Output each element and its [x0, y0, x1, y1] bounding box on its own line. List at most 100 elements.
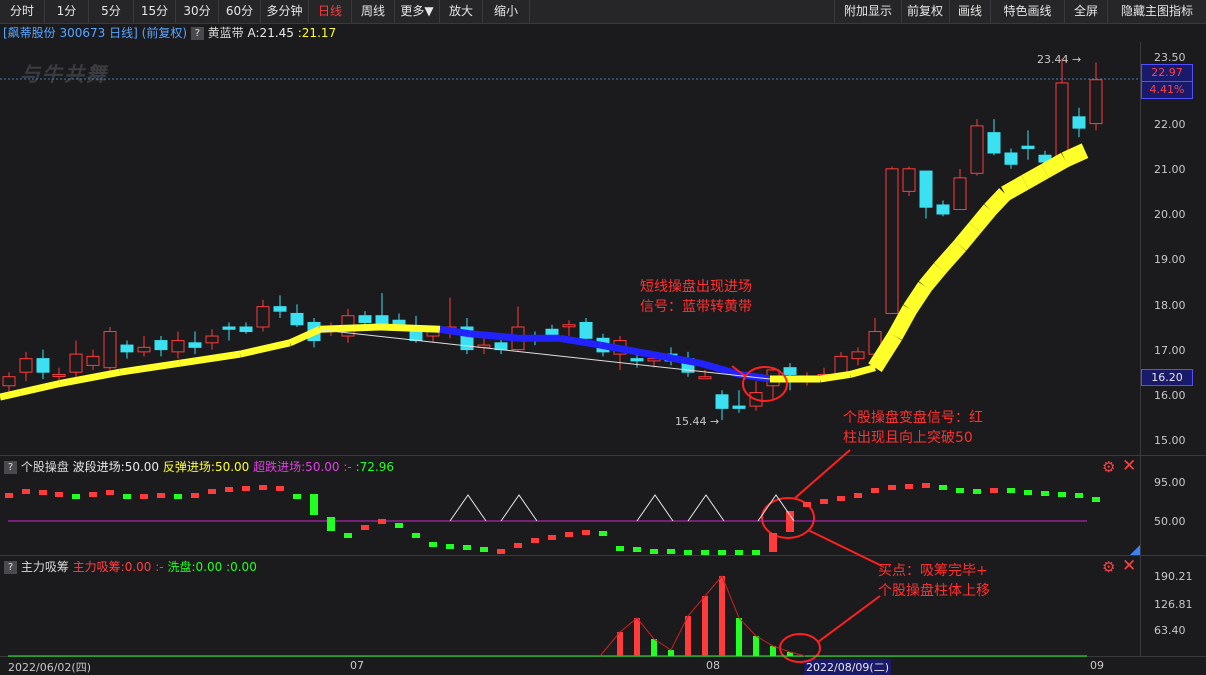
indicator-bar: [531, 538, 539, 543]
indicator-bar: [582, 530, 590, 535]
indicator-bar: [242, 486, 250, 491]
band-segment: [1041, 152, 1069, 179]
accumulation-bar: [685, 616, 691, 656]
band-segment: [649, 350, 701, 367]
signal-triangle: [500, 494, 538, 522]
indicator-bar: [1092, 497, 1100, 502]
candle-body: [256, 306, 270, 328]
indicator-bar: [701, 550, 709, 555]
candle-body: [1021, 145, 1035, 149]
candle-body: [2, 376, 16, 387]
candle-body: [562, 324, 576, 328]
indicator-bar: [769, 533, 777, 552]
candle-body: [851, 351, 865, 360]
indicator-bar: [650, 549, 658, 554]
band-segment: [918, 263, 947, 292]
band-segment: [239, 339, 291, 358]
candle-body: [239, 326, 253, 333]
corner-marker: [1130, 545, 1140, 555]
band-segment: [469, 330, 521, 342]
indicator-bar: [633, 547, 641, 552]
candle-body: [103, 331, 117, 369]
indicator-bar: [565, 532, 573, 537]
candle-body: [1089, 79, 1103, 125]
candle-body: [375, 315, 389, 326]
band-segment: [59, 368, 121, 387]
annotation-pointer: [817, 595, 881, 643]
indicator-bar: [140, 494, 148, 499]
candle-body: [919, 170, 933, 208]
band-segment: [1001, 175, 1029, 201]
candle-body: [885, 168, 899, 314]
indicator-bar: [837, 496, 845, 501]
indicator-bar: [667, 549, 675, 554]
indicator-bar: [1058, 492, 1066, 497]
candle-body: [732, 405, 746, 409]
indicator-bar: [344, 533, 352, 538]
indicator-bar: [310, 494, 318, 515]
signal-triangle: [449, 494, 487, 522]
indicator-bar: [191, 493, 199, 498]
accumulation-bar: [736, 618, 742, 656]
candle-body: [171, 340, 185, 353]
candle-body: [222, 326, 236, 330]
indicator-bar: [888, 485, 896, 490]
candle-body: [358, 315, 372, 323]
band-segment: [0, 389, 21, 401]
band-segment: [849, 364, 876, 378]
band-segment: [19, 380, 61, 396]
candle-body: [936, 204, 950, 215]
accumulation-bar: [719, 576, 725, 656]
candle-body: [36, 358, 50, 373]
accumulation-bar: [617, 632, 623, 656]
candle-body: [579, 321, 593, 339]
candle-body: [273, 306, 287, 312]
candle-body: [290, 312, 304, 326]
indicator-bar: [123, 494, 131, 499]
indicator-bar: [5, 493, 13, 498]
indicator-bar: [412, 533, 420, 538]
band-segment: [953, 222, 982, 251]
candle-body: [188, 342, 202, 348]
indicator-bar: [327, 517, 335, 531]
indicator-bar: [157, 493, 165, 498]
signal-triangle: [636, 494, 674, 522]
indicator-bar: [174, 494, 182, 499]
candle-body: [970, 125, 984, 174]
indicator-bar: [106, 490, 114, 495]
indicator-bar: [378, 519, 386, 524]
band-segment: [439, 325, 471, 338]
indicator-bar: [1075, 493, 1083, 498]
band-segment: [319, 323, 381, 333]
indicator-bar: [293, 494, 301, 499]
candle-body: [120, 344, 134, 353]
annotation-circle: [742, 366, 788, 402]
indicator-bar: [480, 547, 488, 552]
candle-body: [86, 355, 100, 366]
candle-body: [698, 376, 712, 380]
indicator-bar: [599, 531, 607, 536]
annotation-circle: [779, 633, 821, 663]
indicator-bar: [89, 492, 97, 497]
candle-body: [19, 358, 33, 373]
band-segment: [599, 341, 651, 358]
indicator-bar: [22, 489, 30, 494]
indicator-bar: [616, 546, 624, 551]
kline-chart: [0, 58, 1140, 663]
indicator-bar: [820, 499, 828, 504]
indicator-bar: [718, 550, 726, 555]
accumulation-bar: [770, 646, 776, 656]
indicator-bar: [956, 488, 964, 493]
band-segment: [1021, 164, 1049, 190]
indicator-bar: [803, 502, 811, 507]
candle-body: [902, 168, 916, 192]
indicator-bar: [922, 483, 930, 488]
indicator-bar: [395, 523, 403, 528]
candle-body: [494, 342, 508, 351]
band-segment: [934, 240, 966, 274]
annotation-pointer: [807, 529, 883, 567]
annotation-pointer: [794, 449, 851, 499]
band-segment: [559, 334, 601, 349]
candle-body: [783, 367, 797, 375]
accumulation-bar: [634, 618, 640, 656]
